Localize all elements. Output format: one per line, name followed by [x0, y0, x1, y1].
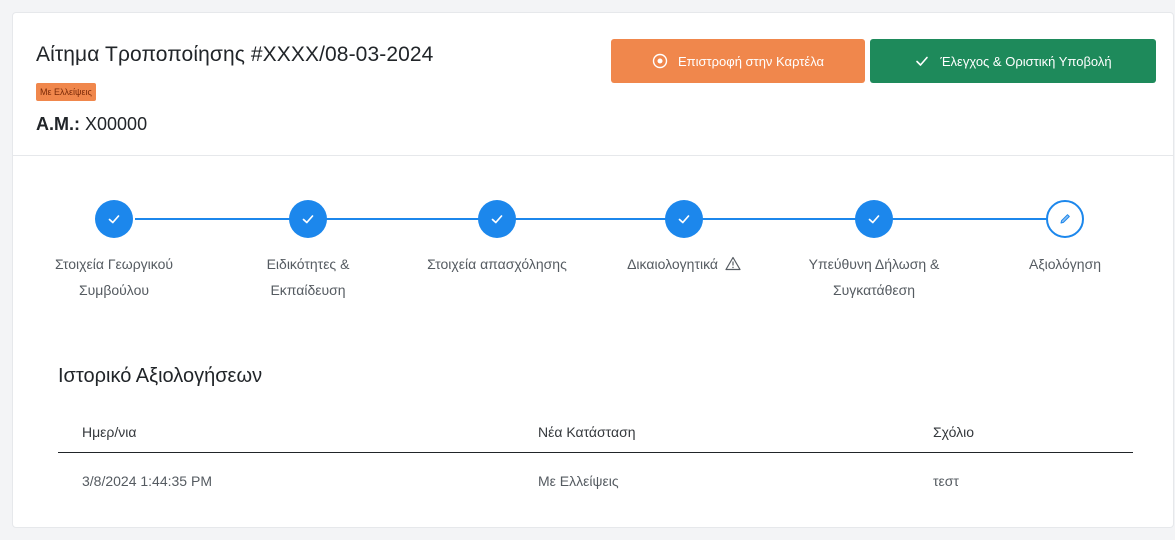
- step-label: Δικαιολογητικά: [589, 251, 779, 279]
- step-label: Στοιχεία απασχόλησης: [427, 256, 567, 272]
- check-icon: [914, 53, 930, 69]
- check-icon: [95, 200, 133, 238]
- back-to-profile-button[interactable]: Επιστροφή στην Καρτέλα: [611, 39, 865, 83]
- pencil-icon: [1046, 200, 1084, 238]
- circle-back-icon: [652, 53, 668, 69]
- column-header-date: Ημερ/νια: [82, 424, 137, 440]
- step-label: Υπεύθυνη Δήλωση & Συγκατάθεση: [808, 256, 940, 298]
- column-header-new-status: Νέα Κατάσταση: [538, 424, 636, 440]
- stepper-connector-line: [135, 218, 1070, 220]
- cell-new-status: Με Ελλείψεις: [538, 473, 619, 489]
- check-icon: [478, 200, 516, 238]
- step-label: Ειδικότητες & Εκπαίδευση: [266, 256, 350, 298]
- check-icon: [665, 200, 703, 238]
- check-and-submit-button[interactable]: Έλεγχος & Οριστική Υποβολή: [870, 39, 1156, 83]
- step-label: Αξιολόγηση: [1028, 256, 1102, 272]
- registry-number-value: X00000: [85, 114, 148, 134]
- application-card: Αίτημα Τροποποίησης #XXXX/08-03-2024 Με …: [12, 12, 1174, 528]
- check-and-submit-label: Έλεγχος & Οριστική Υποβολή: [940, 53, 1112, 69]
- registry-number-label: Α.Μ.:: [36, 114, 80, 134]
- history-table: Ημερ/νια Νέα Κατάσταση Σχόλιο 3/8/2024 1…: [58, 410, 1133, 505]
- check-icon: [855, 200, 893, 238]
- step-label: Στοιχεία Γεωργικού Συμβούλου: [54, 256, 174, 298]
- warning-icon: [725, 253, 741, 279]
- status-badge: Με Ελλείψεις: [36, 83, 96, 101]
- registry-number: Α.Μ.: X00000: [36, 114, 147, 135]
- page-title: Αίτημα Τροποποίησης #XXXX/08-03-2024: [36, 43, 434, 66]
- card-header: Αίτημα Τροποποίησης #XXXX/08-03-2024 Με …: [13, 13, 1173, 156]
- check-icon: [289, 200, 327, 238]
- cell-date: 3/8/2024 1:44:35 PM: [82, 473, 212, 489]
- progress-stepper: Στοιχεία Γεωργικού Συμβούλου Ειδικότητες…: [13, 156, 1173, 346]
- history-title: Ιστορικό Αξιολογήσεων: [58, 365, 263, 387]
- back-to-profile-label: Επιστροφή στην Καρτέλα: [677, 53, 825, 69]
- cell-comment: τεστ: [933, 473, 959, 489]
- table-row: 3/8/2024 1:44:35 PM Με Ελλείψεις τεστ: [58, 453, 1133, 505]
- column-header-comment: Σχόλιο: [933, 424, 975, 440]
- table-header-row: Ημερ/νια Νέα Κατάσταση Σχόλιο: [58, 410, 1133, 453]
